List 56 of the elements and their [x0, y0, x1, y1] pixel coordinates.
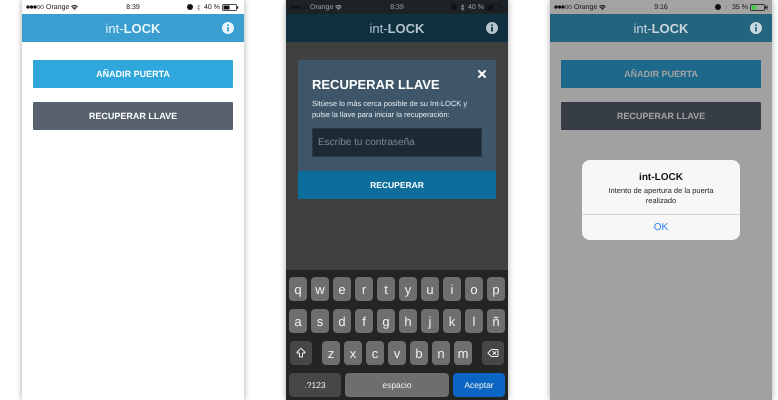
- ok-button[interactable]: OK: [582, 214, 740, 240]
- keyboard-key[interactable]: g: [377, 309, 395, 333]
- bluetooth-icon: [195, 4, 202, 10]
- keyboard-key[interactable]: ñ: [487, 309, 505, 333]
- bluetooth-icon: [459, 4, 466, 10]
- wifi-icon: [335, 4, 342, 10]
- keyboard-key[interactable]: d: [333, 309, 351, 333]
- signal-icon: [26, 5, 44, 9]
- add-door-button[interactable]: AÑADIR PUERTA: [33, 60, 233, 88]
- keyboard-key[interactable]: z: [322, 341, 340, 365]
- keyboard-key[interactable]: c: [366, 341, 384, 365]
- add-door-button[interactable]: AÑADIR PUERTA: [561, 60, 761, 88]
- shift-icon: [295, 347, 307, 359]
- app-logo-title: int-LOCK: [106, 20, 160, 36]
- keyboard-key[interactable]: w: [311, 277, 329, 301]
- info-icon[interactable]: [750, 22, 762, 34]
- alert-title: int-LOCK: [639, 172, 683, 183]
- shift-key[interactable]: [290, 341, 312, 365]
- keyboard-key[interactable]: k: [443, 309, 461, 333]
- keyboard-key[interactable]: o: [465, 277, 483, 301]
- wifi-icon: [71, 4, 78, 10]
- keyboard-key[interactable]: x: [344, 341, 362, 365]
- app-logo-title: int-LOCK: [634, 20, 688, 36]
- wifi-icon: [599, 4, 606, 10]
- keyboard-key[interactable]: a: [289, 309, 307, 333]
- app-logo-title: int-LOCK: [370, 20, 424, 36]
- close-icon[interactable]: [476, 68, 488, 80]
- keyboard-key[interactable]: b: [410, 341, 428, 365]
- info-icon[interactable]: [486, 22, 498, 34]
- keyboard-key[interactable]: r: [355, 277, 373, 301]
- numbers-key[interactable]: .?123: [289, 373, 341, 397]
- delete-key[interactable]: [482, 341, 504, 365]
- space-key[interactable]: espacio: [345, 373, 449, 397]
- keyboard-key[interactable]: m: [454, 341, 472, 365]
- keyboard-key[interactable]: q: [289, 277, 307, 301]
- keyboard-key[interactable]: i: [443, 277, 461, 301]
- signal-icon: [554, 5, 572, 9]
- keyboard-key[interactable]: h: [399, 309, 417, 333]
- keyboard-key[interactable]: l: [465, 309, 483, 333]
- keyboard-key[interactable]: n: [432, 341, 450, 365]
- keyboard-key[interactable]: j: [421, 309, 439, 333]
- keyboard-key[interactable]: t: [377, 277, 395, 301]
- recover-key-button[interactable]: RECUPERAR LLAVE: [33, 102, 233, 130]
- keyboard-key[interactable]: f: [355, 309, 373, 333]
- accept-key[interactable]: Aceptar: [453, 373, 505, 397]
- keyboard-key[interactable]: y: [399, 277, 417, 301]
- dialog-title: RECUPERAR LLAVE: [312, 77, 441, 92]
- keyboard-key[interactable]: u: [421, 277, 439, 301]
- keyboard-key[interactable]: p: [487, 277, 505, 301]
- recover-key-button[interactable]: RECUPERAR LLAVE: [561, 102, 761, 130]
- keyboard-key[interactable]: e: [333, 277, 351, 301]
- keyboard-key[interactable]: s: [311, 309, 329, 333]
- delete-icon: [487, 347, 499, 359]
- password-field[interactable]: Escribe tu contraseña: [312, 128, 482, 157]
- keyboard-key[interactable]: v: [388, 341, 406, 365]
- recover-button[interactable]: RECUPERAR: [298, 171, 496, 199]
